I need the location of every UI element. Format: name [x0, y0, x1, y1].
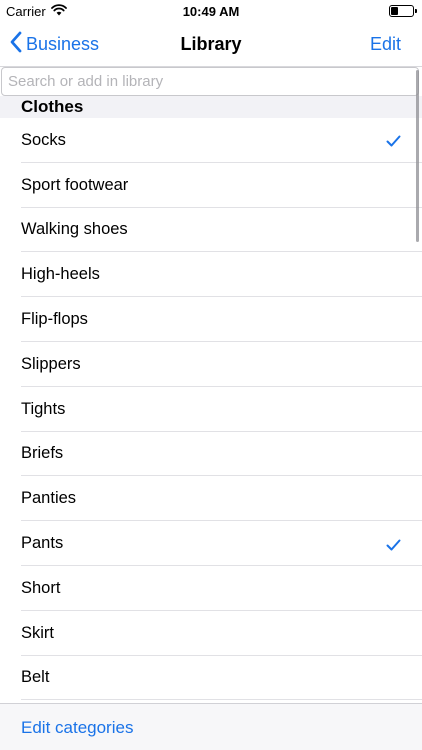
nav-bar: Business Library Edit [0, 22, 422, 66]
list-item-label: Panties [21, 489, 77, 508]
status-bar: Carrier 10:49 AM [0, 0, 422, 22]
section-header-clothes: Clothes [0, 96, 422, 118]
list-item-label: Short [21, 578, 61, 597]
list-item[interactable]: Short [0, 566, 422, 611]
list-item-label: Briefs [21, 444, 64, 463]
list-item-label: Skirt [21, 623, 54, 642]
list-item-label: Sport footwear [21, 175, 129, 194]
checkmark-icon [386, 538, 401, 551]
list-item[interactable]: Slippers [0, 342, 422, 387]
list-item-label: Socks [21, 130, 66, 149]
search-bar [0, 66, 422, 96]
checkmark-icon [386, 134, 401, 147]
list-item[interactable]: Pants [0, 521, 422, 566]
scroll-indicator[interactable] [416, 70, 419, 242]
battery-fill [391, 7, 399, 15]
wifi-icon [50, 3, 67, 19]
back-label: Business [26, 33, 100, 54]
bottom-toolbar: Edit categories [0, 703, 422, 750]
list-item[interactable]: High-heels [0, 252, 422, 297]
screen: Carrier 10:49 AM Business Library Edit S… [0, 0, 422, 750]
battery-icon [389, 5, 417, 17]
list-item-label: Slippers [21, 354, 81, 373]
list-item[interactable]: Walking shoes [0, 208, 422, 253]
carrier-label: Carrier [6, 3, 46, 19]
list-item[interactable]: Socks [0, 118, 422, 163]
chevron-left-icon [10, 31, 22, 58]
list-item[interactable]: Sport footwear [0, 163, 422, 208]
list-item-label: Walking shoes [21, 220, 128, 239]
item-list: Socks Sport footwear Walking shoes High-hee… [0, 118, 422, 701]
list-item[interactable]: Flip-flops [0, 297, 422, 342]
search-input[interactable] [1, 67, 419, 96]
edit-categories-button[interactable]: Edit categories [21, 704, 133, 750]
edit-button[interactable]: Edit [370, 22, 401, 66]
list-item-label: Pants [21, 534, 64, 553]
list-item-label: High-heels [21, 265, 100, 284]
list-item-label: Belt [21, 668, 50, 687]
list-item[interactable]: Panties [0, 476, 422, 521]
list-item-label: Flip-flops [21, 310, 88, 329]
list-item[interactable]: Belt [0, 656, 422, 701]
list-item[interactable]: Tights [0, 387, 422, 432]
back-button[interactable]: Business [10, 22, 99, 66]
list-item[interactable]: Briefs [0, 432, 422, 477]
list-item[interactable]: Skirt [0, 611, 422, 656]
status-left: Carrier [6, 4, 67, 19]
list-item-label: Tights [21, 399, 66, 418]
